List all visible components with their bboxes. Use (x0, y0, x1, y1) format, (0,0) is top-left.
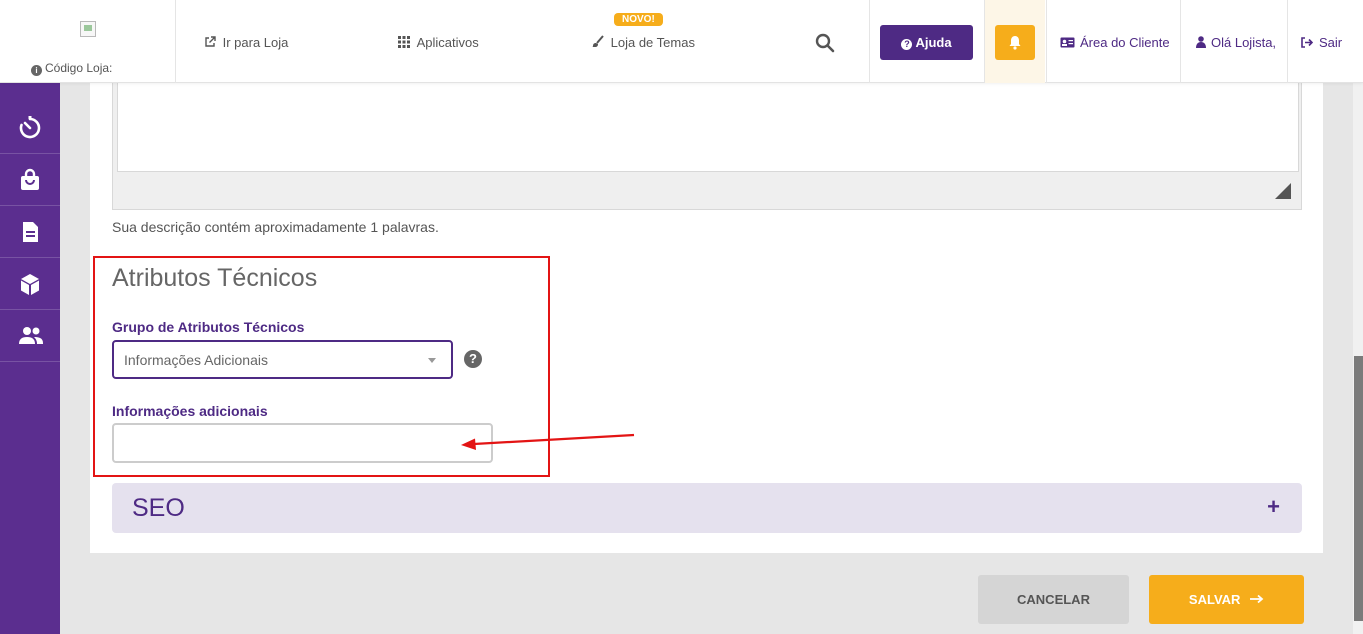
info-icon: i (31, 65, 42, 76)
help-label: Ajuda (915, 35, 952, 50)
description-word-count: Sua descrição contém aproximadamente 1 p… (112, 219, 439, 235)
question-circle-icon: ? (901, 39, 913, 50)
user-icon (1196, 36, 1206, 48)
seo-title: SEO (132, 494, 185, 522)
box-icon (21, 274, 39, 295)
apps-label: Aplicativos (416, 35, 479, 50)
new-badge: NOVO! (614, 13, 663, 26)
page-scrollbar[interactable] (1353, 83, 1363, 634)
logout-link[interactable]: Sair (1301, 35, 1342, 50)
sidebar-item-customers[interactable] (0, 310, 60, 362)
form-footer: CANCELAR SALVAR (90, 553, 1323, 634)
arrow-right-icon (1250, 594, 1264, 604)
sidebar-item-orders[interactable] (0, 154, 60, 206)
attribute-group-select[interactable]: Informações Adicionais (112, 340, 453, 379)
seo-section-header[interactable]: SEO + (112, 483, 1302, 533)
theme-store-link[interactable]: Loja de Temas (591, 35, 695, 50)
divider (869, 0, 870, 83)
divider (1287, 0, 1288, 83)
users-icon (19, 327, 43, 344)
attribute-group-value: Informações Adicionais (124, 352, 268, 368)
search-icon (815, 33, 835, 53)
description-editor (112, 83, 1302, 210)
greeting-label: Olá Lojista, (1211, 35, 1277, 50)
timer-icon (19, 116, 41, 139)
go-to-store-link[interactable]: Ir para Loja (204, 35, 288, 50)
paintbrush-icon (591, 35, 608, 50)
cancel-button[interactable]: CANCELAR (978, 575, 1129, 624)
save-label: SALVAR (1188, 592, 1241, 607)
store-code-label: Código Loja: (45, 61, 113, 75)
grid-icon (398, 35, 414, 50)
user-menu[interactable]: Olá Lojista, (1196, 35, 1276, 50)
bell-icon (1009, 36, 1021, 50)
tech-attributes-title: Atributos Técnicos (112, 264, 318, 292)
client-area-link[interactable]: Área do Cliente (1060, 35, 1170, 50)
shopping-bag-icon (21, 168, 39, 190)
question-circle-icon[interactable]: ? (464, 350, 482, 368)
divider (1046, 0, 1047, 83)
caret-down-icon (428, 358, 436, 363)
additional-info-label: Informações adicionais (112, 403, 268, 419)
top-navigation-bar: i Código Loja: Ir para Loja Aplicativos N… (0, 0, 1363, 83)
notifications-button[interactable] (995, 25, 1035, 60)
divider (1180, 0, 1181, 83)
logout-label: Sair (1319, 35, 1343, 50)
sidebar-item-timer[interactable] (0, 102, 60, 154)
sidebar-item-products[interactable] (0, 258, 60, 310)
go-to-store-label: Ir para Loja (222, 35, 289, 50)
expand-icon[interactable]: + (1267, 494, 1280, 520)
external-link-icon (204, 35, 220, 50)
additional-info-input[interactable] (112, 423, 493, 463)
search-button[interactable] (815, 33, 837, 55)
resize-handle-icon[interactable] (1275, 183, 1291, 199)
scrollbar-thumb[interactable] (1354, 356, 1363, 621)
save-button[interactable]: SALVAR (1149, 575, 1304, 624)
id-card-icon (1060, 37, 1075, 48)
attribute-group-label: Grupo de Atributos Técnicos (112, 319, 305, 335)
store-logo-image[interactable] (80, 21, 96, 37)
notifications-area (985, 0, 1045, 83)
store-code: i Código Loja: (31, 61, 112, 76)
store-logo-area: i Código Loja: (0, 0, 176, 83)
sidebar (0, 83, 60, 634)
sidebar-item-pages[interactable] (0, 206, 60, 258)
help-button[interactable]: ? Ajuda (880, 25, 973, 60)
theme-store-label: Loja de Temas (610, 35, 695, 50)
client-area-label: Área do Cliente (1080, 35, 1170, 50)
annotation-arrow (461, 433, 635, 450)
description-text-area[interactable] (117, 83, 1299, 172)
sign-out-icon (1301, 37, 1314, 48)
apps-link[interactable]: Aplicativos (398, 35, 479, 50)
main-content: Sua descrição contém aproximadamente 1 p… (90, 83, 1323, 634)
document-icon (23, 222, 38, 242)
